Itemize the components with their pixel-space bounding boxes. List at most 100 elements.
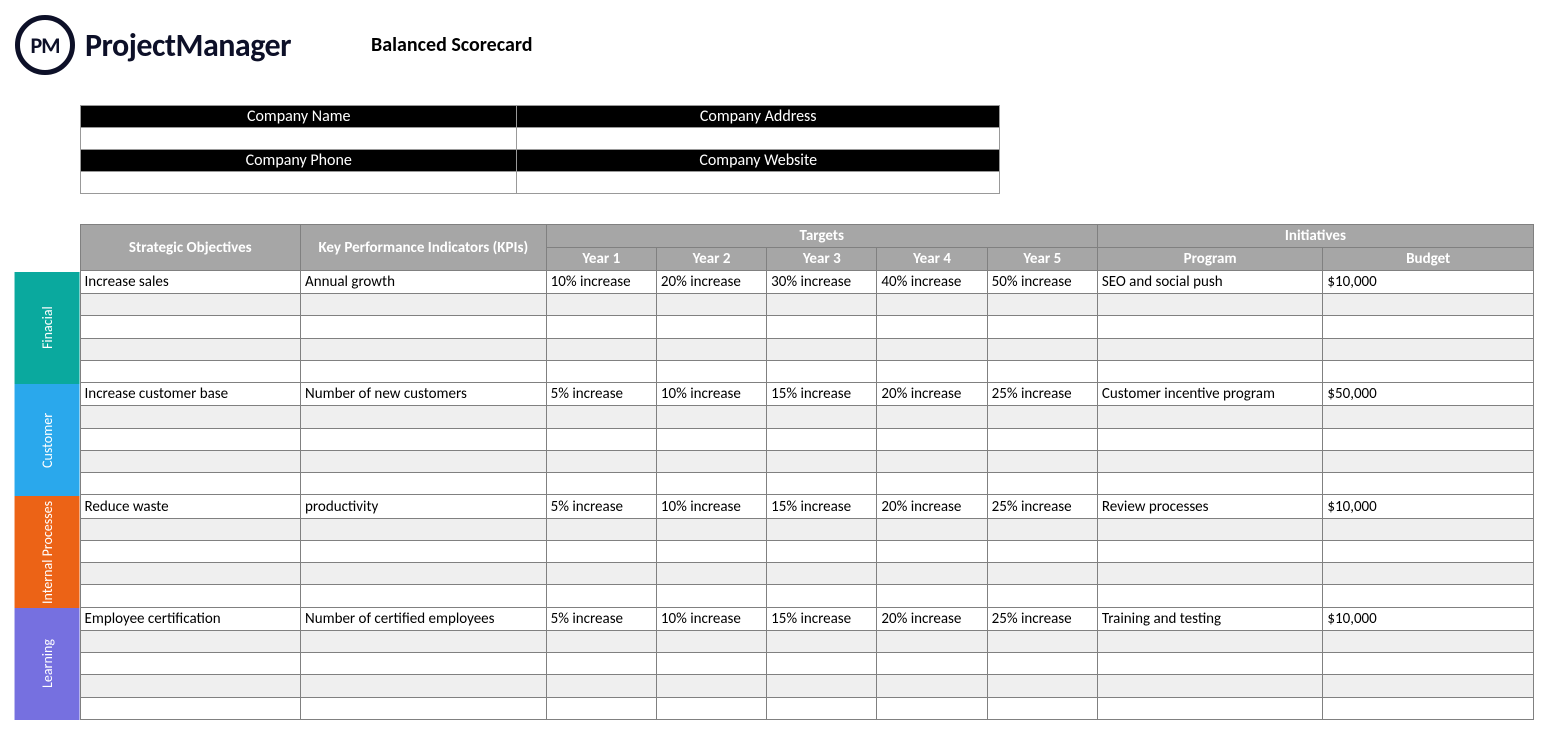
program-cell[interactable]: Customer incentive program (1097, 383, 1323, 406)
budget-cell[interactable] (1323, 338, 1534, 360)
budget-cell[interactable] (1323, 563, 1534, 585)
year4-cell[interactable] (877, 316, 987, 338)
year3-cell[interactable] (767, 697, 877, 719)
year1-cell[interactable] (546, 473, 656, 495)
budget-cell[interactable]: $10,000 (1323, 607, 1534, 630)
budget-cell[interactable] (1323, 653, 1534, 675)
year2-cell[interactable] (656, 540, 766, 562)
budget-cell[interactable]: $50,000 (1323, 383, 1534, 406)
year3-cell[interactable]: 30% increase (767, 271, 877, 294)
year1-cell[interactable] (546, 360, 656, 382)
program-cell[interactable] (1097, 338, 1323, 360)
kpi-cell[interactable] (301, 338, 547, 360)
year4-cell[interactable] (877, 563, 987, 585)
year3-cell[interactable] (767, 518, 877, 540)
kpi-cell[interactable] (301, 697, 547, 719)
objective-cell[interactable] (80, 294, 301, 316)
kpi-cell[interactable] (301, 540, 547, 562)
kpi-cell[interactable] (301, 316, 547, 338)
year2-cell[interactable] (656, 653, 766, 675)
year5-cell[interactable] (987, 563, 1097, 585)
year3-cell[interactable] (767, 653, 877, 675)
year1-cell[interactable] (546, 428, 656, 450)
year1-cell[interactable]: 10% increase (546, 271, 656, 294)
program-cell[interactable]: SEO and social push (1097, 271, 1323, 294)
year1-cell[interactable] (546, 563, 656, 585)
objective-cell[interactable] (80, 585, 301, 607)
year3-cell[interactable] (767, 428, 877, 450)
year2-cell[interactable]: 20% increase (656, 271, 766, 294)
objective-cell[interactable] (80, 653, 301, 675)
budget-cell[interactable] (1323, 697, 1534, 719)
year4-cell[interactable]: 20% increase (877, 383, 987, 406)
kpi-cell[interactable] (301, 585, 547, 607)
year3-cell[interactable] (767, 338, 877, 360)
year4-cell[interactable] (877, 360, 987, 382)
year5-cell[interactable] (987, 450, 1097, 472)
company-name-value[interactable] (81, 128, 517, 150)
year4-cell[interactable] (877, 406, 987, 428)
objective-cell[interactable] (80, 518, 301, 540)
year2-cell[interactable] (656, 563, 766, 585)
year3-cell[interactable] (767, 473, 877, 495)
program-cell[interactable]: Training and testing (1097, 607, 1323, 630)
year3-cell[interactable] (767, 316, 877, 338)
objective-cell[interactable] (80, 360, 301, 382)
year1-cell[interactable] (546, 406, 656, 428)
year3-cell[interactable] (767, 540, 877, 562)
year5-cell[interactable] (987, 338, 1097, 360)
budget-cell[interactable] (1323, 316, 1534, 338)
year1-cell[interactable]: 5% increase (546, 383, 656, 406)
budget-cell[interactable] (1323, 518, 1534, 540)
year1-cell[interactable]: 5% increase (546, 495, 656, 518)
kpi-cell[interactable]: Number of new customers (301, 383, 547, 406)
objective-cell[interactable] (80, 473, 301, 495)
program-cell[interactable] (1097, 316, 1323, 338)
program-cell[interactable] (1097, 360, 1323, 382)
year4-cell[interactable]: 40% increase (877, 271, 987, 294)
company-website-value[interactable] (517, 172, 1000, 194)
year5-cell[interactable] (987, 630, 1097, 652)
year1-cell[interactable] (546, 697, 656, 719)
year5-cell[interactable] (987, 697, 1097, 719)
year5-cell[interactable] (987, 675, 1097, 697)
objective-cell[interactable] (80, 697, 301, 719)
year5-cell[interactable]: 25% increase (987, 607, 1097, 630)
year5-cell[interactable] (987, 316, 1097, 338)
budget-cell[interactable] (1323, 675, 1534, 697)
year4-cell[interactable] (877, 428, 987, 450)
program-cell[interactable] (1097, 540, 1323, 562)
kpi-cell[interactable] (301, 518, 547, 540)
year4-cell[interactable] (877, 585, 987, 607)
program-cell[interactable] (1097, 585, 1323, 607)
budget-cell[interactable] (1323, 630, 1534, 652)
objective-cell[interactable] (80, 338, 301, 360)
year4-cell[interactable]: 20% increase (877, 495, 987, 518)
year2-cell[interactable] (656, 630, 766, 652)
objective-cell[interactable] (80, 406, 301, 428)
year1-cell[interactable] (546, 316, 656, 338)
year2-cell[interactable] (656, 338, 766, 360)
year5-cell[interactable] (987, 428, 1097, 450)
budget-cell[interactable] (1323, 473, 1534, 495)
year2-cell[interactable]: 10% increase (656, 495, 766, 518)
objective-cell[interactable] (80, 563, 301, 585)
year5-cell[interactable]: 25% increase (987, 495, 1097, 518)
year5-cell[interactable] (987, 540, 1097, 562)
objective-cell[interactable] (80, 428, 301, 450)
kpi-cell[interactable] (301, 473, 547, 495)
program-cell[interactable] (1097, 653, 1323, 675)
year2-cell[interactable] (656, 585, 766, 607)
program-cell[interactable] (1097, 518, 1323, 540)
kpi-cell[interactable] (301, 450, 547, 472)
kpi-cell[interactable]: productivity (301, 495, 547, 518)
objective-cell[interactable]: Reduce waste (80, 495, 301, 518)
year4-cell[interactable] (877, 518, 987, 540)
program-cell[interactable] (1097, 473, 1323, 495)
kpi-cell[interactable] (301, 294, 547, 316)
budget-cell[interactable] (1323, 294, 1534, 316)
year3-cell[interactable] (767, 450, 877, 472)
program-cell[interactable] (1097, 428, 1323, 450)
kpi-cell[interactable] (301, 360, 547, 382)
year1-cell[interactable] (546, 630, 656, 652)
